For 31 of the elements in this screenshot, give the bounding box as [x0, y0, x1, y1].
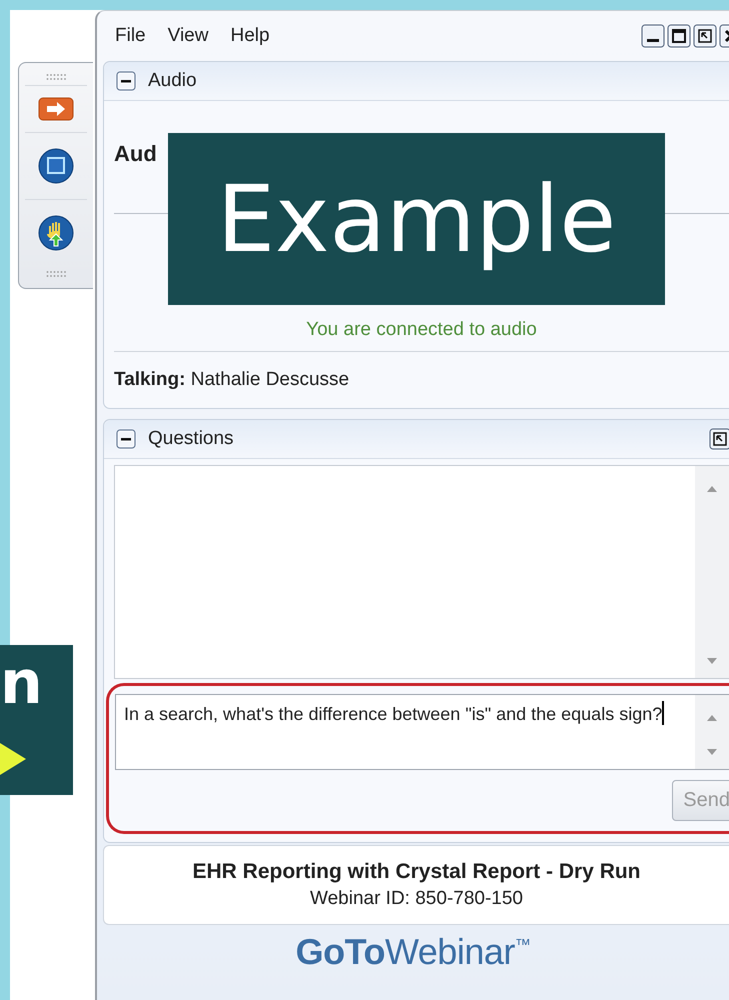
scrollbar[interactable]: [695, 695, 729, 769]
menu-item[interactable]: File: [115, 25, 146, 47]
example-banner: Example: [168, 133, 665, 305]
audio-heading: Aud: [114, 141, 157, 167]
scroll-down-icon[interactable]: [707, 658, 717, 664]
webinar-id: Webinar ID: 850-780-150: [310, 888, 523, 910]
grip-icon[interactable]: [44, 270, 68, 278]
collapse-icon[interactable]: [116, 429, 136, 449]
logo: GoToWebinar$^{™}$: [296, 931, 530, 973]
question-input[interactable]: In a search, what's the difference between "is" and the equals sign?: [115, 694, 729, 770]
section-title: Questions: [148, 428, 234, 450]
pointer-arrow-icon: [0, 743, 26, 775]
section-title: Audio: [148, 70, 197, 92]
scroll-up-icon[interactable]: [707, 715, 717, 721]
raise-hand-icon[interactable]: [37, 214, 75, 252]
pop-out-icon[interactable]: [709, 428, 729, 450]
grip-icon[interactable]: [44, 73, 68, 81]
connection-status: You are connected to audio: [306, 319, 537, 341]
menu-item[interactable]: Help: [230, 25, 270, 47]
collapse-icon[interactable]: [116, 71, 136, 91]
screen-icon[interactable]: [37, 147, 75, 185]
scroll-down-icon[interactable]: [707, 749, 717, 755]
scroll-up-icon[interactable]: [707, 486, 717, 492]
menu-item[interactable]: View: [168, 25, 208, 47]
webinar-title: EHR Reporting with Crystal Report - Dry Run: [192, 860, 641, 884]
talking-status: Talking: Nathalie Descusse: [114, 369, 350, 391]
maximize-icon[interactable]: [667, 24, 691, 48]
restore-icon[interactable]: [693, 24, 717, 48]
scrollbar[interactable]: [695, 466, 729, 678]
callout-text: n: [0, 653, 43, 713]
minimize-icon[interactable]: [641, 24, 665, 48]
